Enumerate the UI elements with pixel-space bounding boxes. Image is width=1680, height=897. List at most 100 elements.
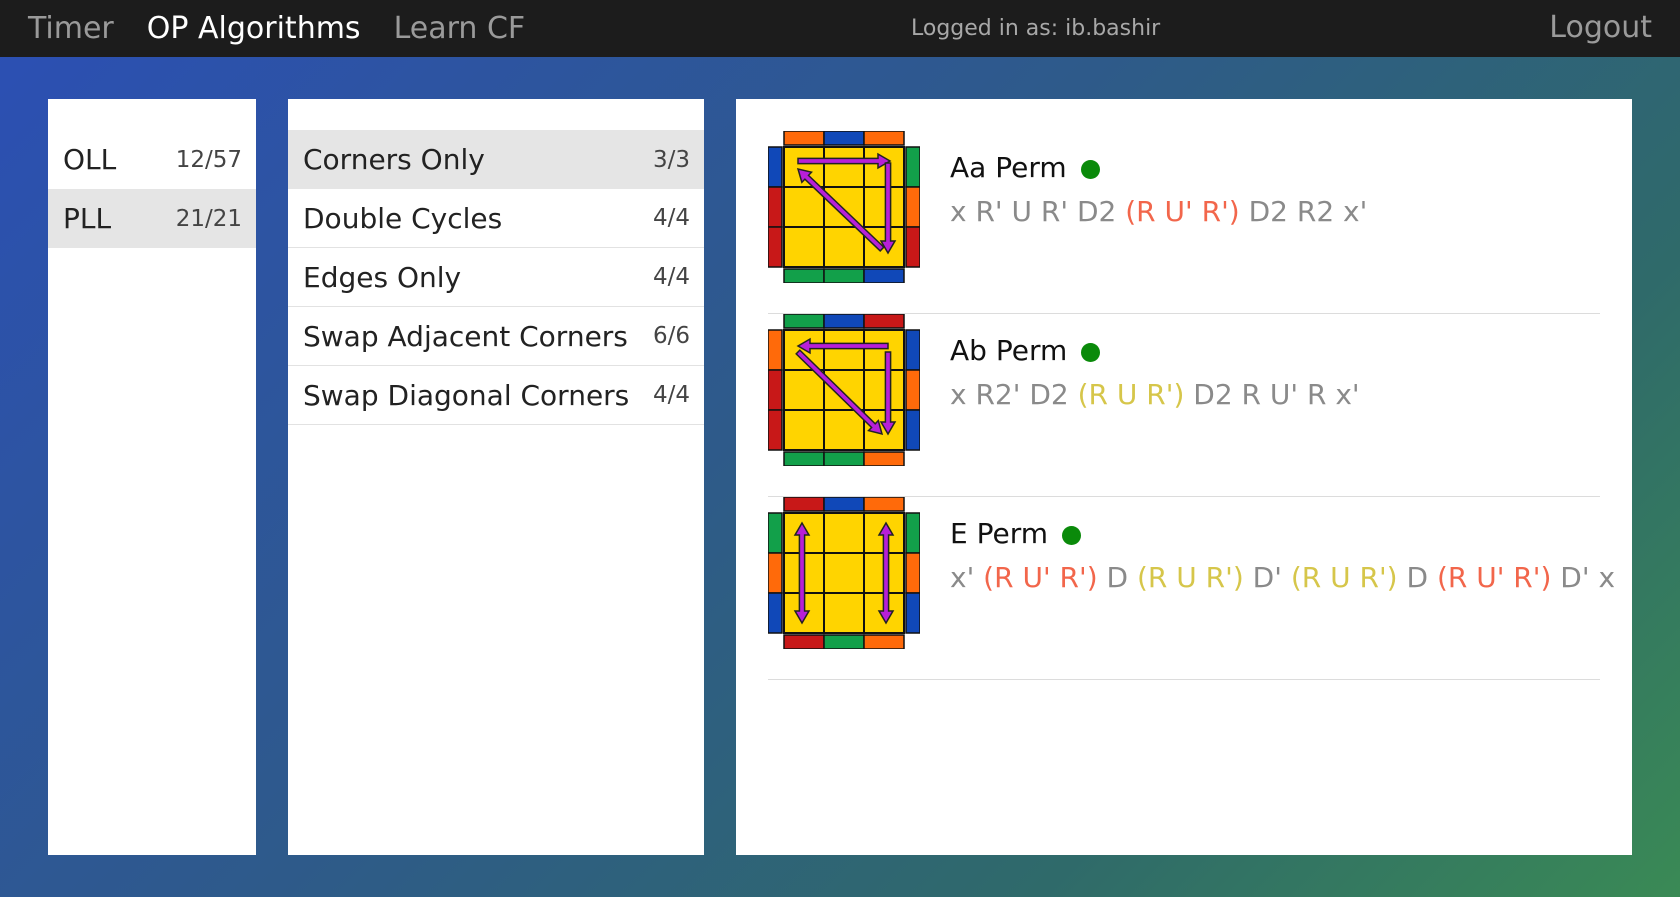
sticker-bottom	[823, 451, 865, 466]
sticker-right	[905, 226, 920, 268]
logged-in-label: Logged in as: ib.bashir	[911, 16, 1161, 41]
sticker-top	[783, 497, 825, 512]
sticker-bottom	[863, 451, 905, 466]
move-segment: D'	[1243, 561, 1291, 594]
sticker-left	[768, 226, 783, 268]
group-name: Edges Only	[303, 260, 462, 294]
sticker-right	[905, 552, 920, 594]
move-segment: D2 R2 x'	[1239, 195, 1368, 228]
group-item-edges-only[interactable]: Edges Only 4/4	[288, 248, 704, 307]
algorithm-name: Aa Perm	[950, 151, 1067, 184]
group-progress-count: 4/4	[652, 205, 690, 231]
group-item-double-cycles[interactable]: Double Cycles 4/4	[288, 189, 704, 248]
pll-case-diagram-icon	[768, 131, 920, 283]
set-name: PLL	[63, 202, 112, 235]
sticker-right	[905, 329, 920, 371]
nav-op-algorithms[interactable]: OP Algorithms	[147, 11, 361, 46]
sticker-bottom	[783, 634, 825, 649]
sticker-right	[905, 592, 920, 634]
sticker-left	[768, 329, 783, 371]
sticker-top	[783, 131, 825, 146]
sticker-bottom	[783, 268, 825, 283]
sticker-face	[823, 409, 865, 451]
move-segment: x R' U R' D2	[950, 195, 1126, 228]
algorithm-row[interactable]: E Perm x' (R U' R') D (R U R') D' (R U R…	[768, 497, 1615, 680]
set-progress-count: 21/21	[175, 205, 242, 232]
sticker-left	[768, 512, 783, 554]
sticker-right	[905, 512, 920, 554]
set-item-pll[interactable]: PLL 21/21	[48, 189, 256, 248]
algorithm-name: Ab Perm	[950, 334, 1068, 367]
sticker-right	[905, 409, 920, 451]
sticker-face	[823, 552, 865, 594]
sticker-face	[863, 369, 905, 411]
sticker-top	[823, 497, 865, 512]
sticker-left	[768, 592, 783, 634]
sticker-face	[823, 186, 865, 228]
move-segment: (R U' R')	[1125, 195, 1240, 228]
move-segment: (R U' R')	[983, 561, 1098, 594]
algorithm-moves: x' (R U' R') D (R U R') D' (R U R') D (R…	[950, 561, 1615, 594]
algorithm-title: Ab Perm	[950, 334, 1101, 367]
pll-case-diagram-icon	[768, 314, 920, 466]
group-item-swap-adjacent-corners[interactable]: Swap Adjacent Corners 6/6	[288, 307, 704, 366]
sticker-left	[768, 552, 783, 594]
status-dot-icon	[1081, 342, 1101, 362]
move-segment: (R U R')	[1137, 561, 1244, 594]
sticker-bottom	[823, 268, 865, 283]
sticker-face	[823, 592, 865, 634]
sticker-left	[768, 369, 783, 411]
status-dot-icon	[1080, 159, 1100, 179]
sticker-right	[905, 186, 920, 228]
sticker-top	[823, 131, 865, 146]
set-item-oll[interactable]: OLL 12/57	[48, 130, 256, 189]
group-name: Swap Adjacent Corners	[303, 319, 628, 353]
group-progress-count: 3/3	[652, 146, 690, 173]
sticker-bottom	[863, 634, 905, 649]
algorithm-set-panel: OLL 12/57 PLL 21/21	[48, 99, 256, 855]
sticker-face	[863, 329, 905, 371]
sticker-face	[823, 369, 865, 411]
sticker-face	[823, 512, 865, 554]
group-name: Double Cycles	[303, 201, 503, 235]
sticker-top	[863, 314, 905, 329]
move-segment: D	[1397, 561, 1437, 594]
pll-case-diagram-icon	[768, 497, 920, 649]
algorithm-row[interactable]: Aa Perm x R' U R' D2 (R U' R') D2 R2 x'	[768, 131, 1600, 314]
sticker-face	[823, 146, 865, 188]
algorithm-title: Aa Perm	[950, 151, 1100, 184]
sticker-left	[768, 409, 783, 451]
algorithm-title: E Perm	[950, 517, 1081, 550]
nav-timer[interactable]: Timer	[28, 11, 114, 46]
group-item-swap-diagonal-corners[interactable]: Swap Diagonal Corners 4/4	[288, 366, 704, 425]
sticker-bottom	[783, 451, 825, 466]
set-name: OLL	[63, 143, 117, 176]
algorithm-name: E Perm	[950, 517, 1048, 550]
group-progress-count: 4/4	[652, 264, 690, 290]
sticker-top	[863, 131, 905, 146]
sticker-right	[905, 369, 920, 411]
algorithm-row[interactable]: Ab Perm x R2' D2 (R U R') D2 R U' R x'	[768, 314, 1600, 497]
group-name: Swap Diagonal Corners	[303, 378, 630, 412]
sticker-face	[783, 409, 825, 451]
sticker-face	[863, 186, 905, 228]
nav-learn-cf[interactable]: Learn CF	[394, 11, 526, 46]
sticker-right	[905, 146, 920, 188]
sticker-face	[823, 329, 865, 371]
algorithm-moves: x R' U R' D2 (R U' R') D2 R2 x'	[950, 195, 1367, 228]
sticker-top	[823, 314, 865, 329]
sticker-face	[863, 146, 905, 188]
group-item-corners-only[interactable]: Corners Only 3/3	[288, 130, 704, 189]
sticker-bottom	[823, 634, 865, 649]
move-segment: D	[1097, 561, 1137, 594]
group-list-panel: Corners Only 3/3 Double Cycles 4/4 Edges…	[288, 99, 704, 855]
move-segment: D' x	[1551, 561, 1616, 594]
move-segment: (R U R')	[1077, 378, 1185, 411]
algorithm-moves: x R2' D2 (R U R') D2 R U' R x'	[950, 378, 1360, 411]
move-segment: x R2' D2	[950, 378, 1078, 411]
set-progress-count: 12/57	[175, 146, 242, 173]
logout-button[interactable]: Logout	[1549, 10, 1652, 45]
group-progress-count: 6/6	[652, 323, 690, 349]
group-progress-count: 4/4	[652, 382, 690, 408]
top-nav-bar: Timer OP Algorithms Learn CF Logged in a…	[0, 0, 1680, 57]
